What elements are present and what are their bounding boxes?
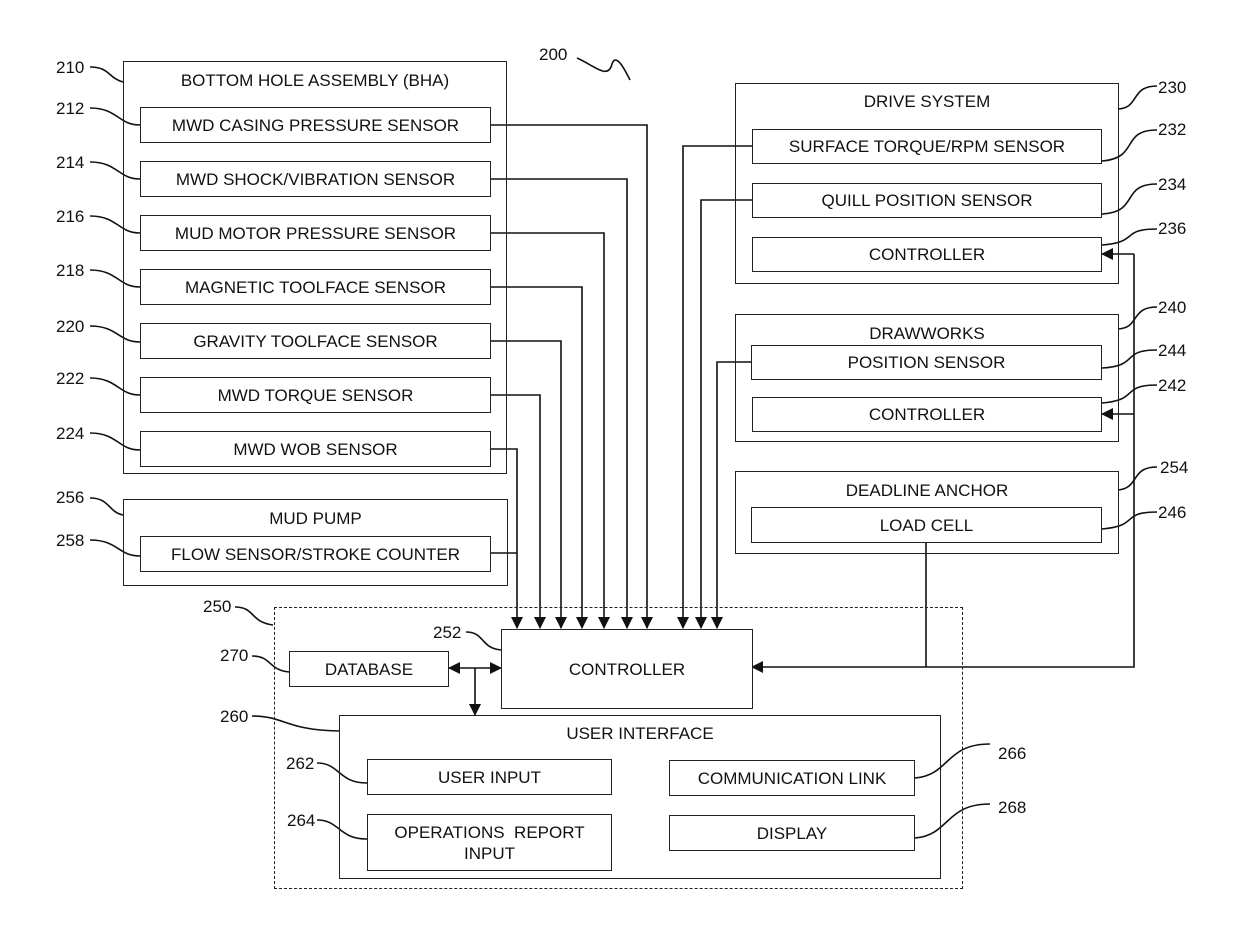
- sensor-label: MWD CASING PRESSURE SENSOR: [171, 115, 460, 135]
- sensor-label: GRAVITY TOOLFACE SENSOR: [193, 331, 438, 351]
- mud-pump-ref: 256: [56, 488, 85, 507]
- display-label: DISPLAY: [756, 823, 828, 843]
- leader-210: [89, 66, 124, 83]
- sensor-214[interactable]: MWD SHOCK/VIBRATION SENSOR: [140, 161, 491, 197]
- deadline-anchor-title: DEADLINE ANCHOR: [845, 481, 1009, 500]
- bha-ref: 210: [56, 58, 85, 77]
- leader-240: [1117, 306, 1158, 330]
- ref-216: 216: [56, 207, 85, 226]
- mud-pump-title: MUD PUMP: [269, 509, 362, 528]
- sensor-label: MWD TORQUE SENSOR: [217, 385, 414, 405]
- database-label: DATABASE: [324, 659, 414, 679]
- leader-200: [576, 57, 631, 81]
- ref-268: 268: [998, 798, 1027, 817]
- sensor-label: POSITION SENSOR: [847, 353, 1006, 372]
- ref-220: 220: [56, 317, 85, 336]
- sensor-label: MUD MOTOR PRESSURE SENSOR: [174, 223, 457, 243]
- ref-214: 214: [56, 153, 85, 172]
- leader-254: [1117, 466, 1158, 491]
- operations-report-input-264[interactable]: OPERATIONS REPORT INPUT: [367, 814, 612, 871]
- controller-242[interactable]: CONTROLLER: [752, 397, 1102, 432]
- operations-report-label-line2: INPUT: [464, 843, 515, 863]
- controller-label: CONTROLLER: [568, 659, 686, 679]
- sensor-234[interactable]: QUILL POSITION SENSOR: [752, 183, 1102, 218]
- ref-270: 270: [220, 646, 249, 665]
- leader-230: [1117, 85, 1158, 110]
- ref-266: 266: [998, 744, 1027, 763]
- controller-252[interactable]: CONTROLLER: [501, 629, 753, 709]
- ref-252: 252: [433, 623, 462, 642]
- ref-244: 244: [1158, 341, 1187, 360]
- sensor-258[interactable]: FLOW SENSOR/STROKE COUNTER: [140, 536, 491, 572]
- ref-246: 246: [1158, 503, 1187, 522]
- leader-256: [89, 497, 124, 516]
- drive-system-title: DRIVE SYSTEM: [863, 92, 991, 111]
- operations-report-label-line1: OPERATIONS REPORT: [394, 822, 585, 842]
- user-interface-ref: 260: [220, 707, 249, 726]
- ref-234: 234: [1158, 175, 1187, 194]
- sensor-224[interactable]: MWD WOB SENSOR: [140, 431, 491, 467]
- sensor-218[interactable]: MAGNETIC TOOLFACE SENSOR: [140, 269, 491, 305]
- drawworks-title: DRAWWORKS: [869, 324, 985, 343]
- deadline-anchor-ref: 254: [1160, 458, 1189, 477]
- load-cell-246[interactable]: LOAD CELL: [751, 507, 1102, 543]
- drive-system-ref: 230: [1158, 78, 1187, 97]
- sensor-220[interactable]: GRAVITY TOOLFACE SENSOR: [140, 323, 491, 359]
- diagram-canvas: 200 BOTTOM HOLE ASSEMBLY (BHA) 210 MWD C…: [0, 0, 1240, 949]
- sensor-label: MWD WOB SENSOR: [233, 439, 398, 459]
- ref-242: 242: [1158, 376, 1187, 395]
- sensor-244[interactable]: POSITION SENSOR: [751, 345, 1102, 380]
- communication-link-label: COMMUNICATION LINK: [697, 768, 887, 788]
- bha-title: BOTTOM HOLE ASSEMBLY (BHA): [180, 71, 450, 90]
- figure-ref: 200: [539, 45, 568, 64]
- communication-link-266[interactable]: COMMUNICATION LINK: [669, 760, 915, 796]
- load-cell-label: LOAD CELL: [879, 515, 974, 535]
- wire-214: [490, 178, 633, 629]
- database-270[interactable]: DATABASE: [289, 651, 449, 687]
- sensor-label: MAGNETIC TOOLFACE SENSOR: [184, 277, 447, 297]
- leader-250: [234, 606, 274, 626]
- user-input-label: USER INPUT: [438, 767, 541, 787]
- sensor-label: FLOW SENSOR/STROKE COUNTER: [170, 544, 461, 564]
- controller-label: CONTROLLER: [868, 245, 986, 264]
- ref-222: 222: [56, 369, 85, 388]
- ref-232: 232: [1158, 120, 1187, 139]
- user-input-262[interactable]: USER INPUT: [367, 759, 612, 795]
- ref-236: 236: [1158, 219, 1187, 238]
- display-268[interactable]: DISPLAY: [669, 815, 915, 851]
- sensor-label: MWD SHOCK/VIBRATION SENSOR: [175, 169, 456, 189]
- sensor-232[interactable]: SURFACE TORQUE/RPM SENSOR: [752, 129, 1102, 164]
- control-system-ref: 250: [203, 597, 232, 616]
- sensor-212[interactable]: MWD CASING PRESSURE SENSOR: [140, 107, 491, 143]
- controller-label: CONTROLLER: [868, 405, 986, 424]
- controller-236[interactable]: CONTROLLER: [752, 237, 1102, 272]
- ref-262: 262: [286, 754, 315, 773]
- sensor-label: SURFACE TORQUE/RPM SENSOR: [788, 137, 1066, 156]
- ref-258: 258: [56, 531, 85, 550]
- ref-212: 212: [56, 99, 85, 118]
- sensor-label: QUILL POSITION SENSOR: [821, 191, 1033, 210]
- drawworks-ref: 240: [1158, 298, 1187, 317]
- sensor-222[interactable]: MWD TORQUE SENSOR: [140, 377, 491, 413]
- ref-224: 224: [56, 424, 85, 443]
- sensor-216[interactable]: MUD MOTOR PRESSURE SENSOR: [140, 215, 491, 251]
- ref-264: 264: [287, 811, 316, 830]
- user-interface-title: USER INTERFACE: [566, 724, 714, 743]
- ref-218: 218: [56, 261, 85, 280]
